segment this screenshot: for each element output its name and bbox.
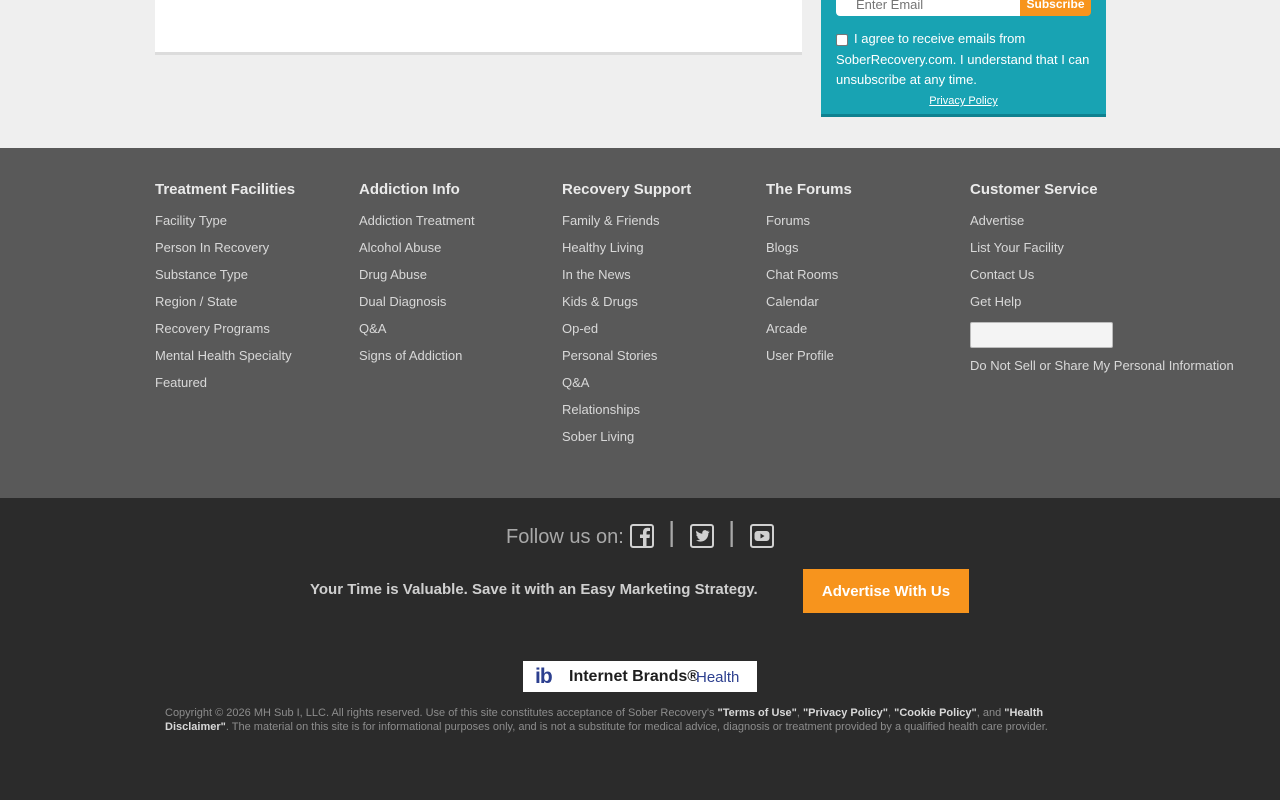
follow-label: Follow us on:: [506, 526, 624, 548]
facebook-icon[interactable]: [630, 524, 654, 548]
ib-health: Health: [696, 669, 740, 686]
privacy-link[interactable]: "Privacy Policy": [803, 707, 888, 719]
link-op-ed[interactable]: Op-ed: [562, 319, 691, 346]
link-user-profile[interactable]: User Profile: [766, 346, 852, 373]
ib-mark: ib: [535, 665, 553, 688]
consent-text: I agree to receive emails from SoberReco…: [836, 31, 1090, 87]
link-advertise[interactable]: Advertise: [970, 211, 1234, 238]
column-customer-service: Customer Service Advertise List Your Fac…: [970, 181, 1234, 383]
newsletter-privacy-link[interactable]: Privacy Policy: [821, 95, 1106, 107]
column-title: Treatment Facilities: [155, 181, 296, 198]
link-in-the-news[interactable]: In the News: [562, 265, 691, 292]
link-family-friends[interactable]: Family & Friends: [562, 211, 691, 238]
link-sober-living[interactable]: Sober Living: [562, 427, 691, 454]
youtube-icon[interactable]: [750, 524, 774, 548]
footer-links: Treatment Facilities Facility Type Perso…: [0, 148, 1280, 498]
footer-bottom: Follow us on: | | Your Time is Valuable.…: [0, 498, 1280, 800]
link-featured[interactable]: Featured: [155, 373, 295, 400]
copyright-prefix: Copyright © 2026 MH Sub I, LLC. All righ…: [165, 707, 718, 719]
social-separator: |: [728, 516, 736, 547]
link-facility-type[interactable]: Facility Type: [155, 211, 295, 238]
link-alcohol-abuse[interactable]: Alcohol Abuse: [359, 238, 475, 265]
column-title: Customer Service: [970, 181, 1098, 198]
column-title: Addiction Info: [359, 181, 460, 198]
column-treatment-facilities: Treatment Facilities Facility Type Perso…: [155, 181, 295, 400]
social-separator: |: [668, 516, 676, 547]
column-title: The Forums: [766, 181, 852, 198]
newsletter-email-input[interactable]: [836, 0, 1020, 16]
link-arcade[interactable]: Arcade: [766, 319, 852, 346]
link-signs-of-addiction[interactable]: Signs of Addiction: [359, 346, 475, 373]
link-contact-us[interactable]: Contact Us: [970, 265, 1234, 292]
link-do-not-sell[interactable]: Do Not Sell or Share My Personal Informa…: [970, 356, 1234, 383]
link-kids-drugs[interactable]: Kids & Drugs: [562, 292, 691, 319]
link-list-your-facility[interactable]: List Your Facility: [970, 238, 1234, 265]
cookie-link[interactable]: "Cookie Policy": [894, 707, 977, 719]
twitter-icon[interactable]: [690, 524, 714, 548]
link-qa[interactable]: Q&A: [562, 373, 691, 400]
ib-name: Internet Brands®: [569, 668, 700, 685]
newsletter-box: Subscribe I agree to receive emails from…: [821, 0, 1106, 117]
link-healthy-living[interactable]: Healthy Living: [562, 238, 691, 265]
terms-link[interactable]: "Terms of Use": [718, 707, 797, 719]
internet-brands-logo[interactable]: ib Internet Brands® Health: [523, 661, 757, 692]
link-calendar[interactable]: Calendar: [766, 292, 852, 319]
link-person-in-recovery[interactable]: Person In Recovery: [155, 238, 295, 265]
column-addiction-info: Addiction Info Addiction Treatment Alcoh…: [359, 181, 475, 373]
link-chat-rooms[interactable]: Chat Rooms: [766, 265, 852, 292]
link-mental-health-specialty[interactable]: Mental Health Specialty: [155, 346, 295, 373]
promo-tagline: Your Time is Valuable. Save it with an E…: [310, 581, 758, 598]
column-recovery-support: Recovery Support Family & Friends Health…: [562, 181, 691, 454]
link-blogs[interactable]: Blogs: [766, 238, 852, 265]
link-relationships[interactable]: Relationships: [562, 400, 691, 427]
link-substance-type[interactable]: Substance Type: [155, 265, 295, 292]
copyright-and: , and: [976, 707, 1005, 719]
link-addiction-treatment[interactable]: Addiction Treatment: [359, 211, 475, 238]
link-forums[interactable]: Forums: [766, 211, 852, 238]
link-region-state[interactable]: Region / State: [155, 292, 295, 319]
column-title: Recovery Support: [562, 181, 692, 198]
link-drug-abuse[interactable]: Drug Abuse: [359, 265, 475, 292]
copyright-suffix: . The material on this site is for infor…: [225, 721, 1048, 733]
link-personal-stories[interactable]: Personal Stories: [562, 346, 691, 373]
top-section: Subscribe I agree to receive emails from…: [0, 0, 1280, 148]
link-dual-diagnosis[interactable]: Dual Diagnosis: [359, 292, 475, 319]
link-qa[interactable]: Q&A: [359, 319, 475, 346]
column-the-forums: The Forums Forums Blogs Chat Rooms Calen…: [766, 181, 852, 373]
copyright-text: Copyright © 2026 MH Sub I, LLC. All righ…: [165, 706, 1105, 734]
customer-service-field[interactable]: [970, 322, 1113, 348]
link-recovery-programs[interactable]: Recovery Programs: [155, 319, 295, 346]
link-get-help[interactable]: Get Help: [970, 292, 1234, 319]
advertise-with-us-button[interactable]: Advertise With Us: [803, 569, 969, 613]
subscribe-button[interactable]: Subscribe: [1020, 0, 1091, 16]
content-card: [155, 0, 802, 55]
